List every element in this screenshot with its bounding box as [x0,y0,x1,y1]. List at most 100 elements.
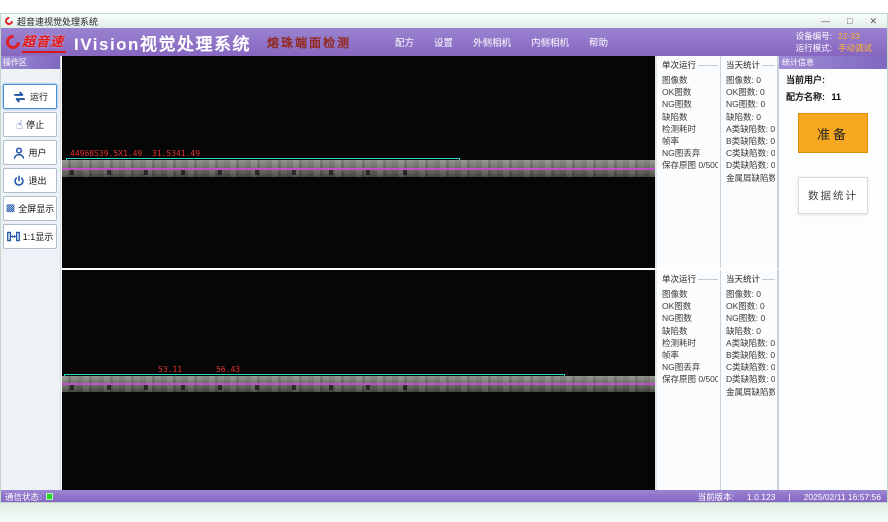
stat-row: D类缺陷数: 0 [726,373,775,385]
app-title: IVision视觉处理系统 [74,30,251,55]
app-header: 超音速 IVision视觉处理系统 熔珠端面检测 配方设置外侧相机内侧相机帮助 … [0,28,888,56]
stat-row: 缺陷数 [662,111,718,123]
maximize-button[interactable]: □ [847,16,852,26]
exit-button-label: 退出 [28,174,46,187]
minimize-button[interactable]: — [821,16,830,26]
info-panel: 统计信息 当前用户: 配方名称: 11 准备 数据统计 [778,56,888,490]
daily-stats-rows: 图像数: 0OK图数: 0NG图数: 0缺陷数: 0A类缺陷数: 0B类缺陷数:… [726,288,775,398]
daily-stats-title: 当天统计 [726,273,775,285]
run-sync-icon [12,91,27,103]
menu-item[interactable]: 外侧相机 [473,35,511,49]
brand: 超音速 [6,31,66,53]
version-value: 1.0.123 [747,492,775,502]
window-controls: — □ ✕ [821,16,883,26]
stats-panel-1: 单次运行 图像数OK图数NG图数缺陷数检测耗时帧率NG图丢弃保存原图 0/500… [655,56,778,268]
menu-item[interactable]: 配方 [395,35,414,49]
stat-row: D类缺陷数: 0 [726,159,775,171]
stat-row: 缺陷数: 0 [726,325,775,337]
daily-stats-column: 当天统计 图像数: 0OK图数: 0NG图数: 0缺陷数: 0A类缺陷数: 0B… [721,270,778,490]
desktop-strip [0,503,888,522]
prepare-button[interactable]: 准备 [798,113,868,153]
power-icon [13,175,25,187]
stat-row: OK图数 [662,86,718,98]
comm-status-indicator [46,493,53,500]
fullscreen-button-label: 全屏显示 [18,202,54,215]
single-run-column: 单次运行 图像数OK图数NG图数缺陷数检测耗时帧率NG图丢弃保存原图 0/500 [657,56,721,268]
stat-row: OK图数: 0 [726,300,775,312]
data-statistics-button[interactable]: 数据统计 [798,177,868,214]
single-run-title: 单次运行 [662,59,718,71]
recipe-name-value: 11 [832,92,842,102]
hand-stop-icon: ☝ [16,119,23,131]
stats-panel-2: 单次运行 图像数OK图数NG图数缺陷数检测耗时帧率NG图丢弃保存原图 0/500… [655,270,778,490]
user-icon [13,147,25,159]
run-mode-label: 运行模式: [796,43,832,54]
one-to-one-button[interactable]: 1:1显示 [3,224,57,249]
menu-item[interactable]: 设置 [434,35,453,49]
stat-row: 帧率 [662,135,718,147]
single-run-column: 单次运行 图像数OK图数NG图数缺陷数检测耗时帧率NG图丢弃保存原图 0/500 [657,270,721,490]
run-mode-value: 手动调试 [838,43,872,54]
stat-row: 图像数 [662,74,718,86]
run-button[interactable]: 运行 [3,84,57,109]
recipe-name-row: 配方名称: 11 [779,86,888,103]
stat-row: B类缺陷数: 0 [726,349,775,361]
comm-status-label: 通信状态: [5,491,41,503]
close-button[interactable]: ✕ [869,16,877,26]
stat-row: C类缺陷数: 0 [726,147,775,159]
user-button[interactable]: 用户 [3,140,57,165]
user-button-label: 用户 [28,146,46,159]
stat-row: 检测耗时 [662,123,718,135]
exit-button[interactable]: 退出 [3,168,57,193]
stat-row: 图像数: 0 [726,74,775,86]
status-bar: 通信状态: 当前版本: 1.0.123 | 2025/02/11 16:57:5… [0,490,888,503]
operation-sidebar: 操作区 运行 ☝ 停止 用户 退出 [0,56,61,490]
measurement-annotation: 53.11 [158,365,182,374]
device-number-label: 设备编号: [796,31,832,42]
stat-row: 金属屑缺陷数: 0 [726,386,775,398]
stat-row: A类缺陷数: 0 [726,123,775,135]
stat-row: 缺陷数: 0 [726,111,775,123]
status-bar-right: 当前版本: 1.0.123 | 2025/02/11 16:57:56 [698,491,883,503]
daily-stats-title: 当天统计 [726,59,775,71]
stat-row: OK图数 [662,300,718,312]
stat-row: 保存原图 0/500 [662,159,718,171]
daily-stats-column: 当天统计 图像数: 0OK图数: 0NG图数: 0缺陷数: 0A类缺陷数: 0B… [721,56,778,268]
sidebar-buttons: 运行 ☝ 停止 用户 退出 ▩ 全屏显示 [0,69,60,249]
one-to-one-icon [7,231,20,242]
stop-button[interactable]: ☝ 停止 [3,112,57,137]
stat-row: 图像数 [662,288,718,300]
menu-item[interactable]: 帮助 [589,35,608,49]
brand-swirl-icon [3,32,23,52]
stat-row: 帧率 [662,349,718,361]
current-user-row: 当前用户: [779,69,888,86]
status-divider: | [788,492,790,502]
fullscreen-button[interactable]: ▩ 全屏显示 [3,196,57,221]
stat-row: 图像数: 0 [726,288,775,300]
stat-row: B类缺陷数: 0 [726,135,775,147]
single-run-title: 单次运行 [662,273,718,285]
camera-view-1: 44968S39.5X1.49 31.5341.49 [62,56,655,268]
single-run-rows: 图像数OK图数NG图数缺陷数检测耗时帧率NG图丢弃保存原图 0/500 [662,74,718,172]
stat-row: NG图数 [662,98,718,110]
info-panel-title: 统计信息 [779,56,888,69]
window-title: 超音速视觉处理系统 [17,15,98,28]
stat-row: NG图丢弃 [662,361,718,373]
stat-row: C类缺陷数: 0 [726,361,775,373]
stat-row: 缺陷数 [662,325,718,337]
stat-row: NG图数 [662,312,718,324]
fullscreen-grid-icon: ▩ [6,203,15,215]
app-subtitle: 熔珠端面检测 [267,34,351,51]
app-window: 超音速视觉处理系统 — □ ✕ 超音速 IVision视觉处理系统 熔珠端面检测… [0,0,888,522]
stat-row: 金属屑缺陷数: 0 [726,172,775,184]
stat-row: 保存原图 0/500 [662,373,718,385]
header-status: 设备编号: 22-33 运行模式: 手动调试 [796,31,882,54]
titlebar: 超音速视觉处理系统 — □ ✕ [0,13,888,28]
current-user-label: 当前用户: [786,75,825,85]
menu-item[interactable]: 内侧相机 [531,35,569,49]
stat-row: NG图丢弃 [662,147,718,159]
stat-row: NG图数: 0 [726,312,775,324]
stat-row: A类缺陷数: 0 [726,337,775,349]
stat-row: NG图数: 0 [726,98,775,110]
recipe-name-label: 配方名称: [786,92,825,102]
